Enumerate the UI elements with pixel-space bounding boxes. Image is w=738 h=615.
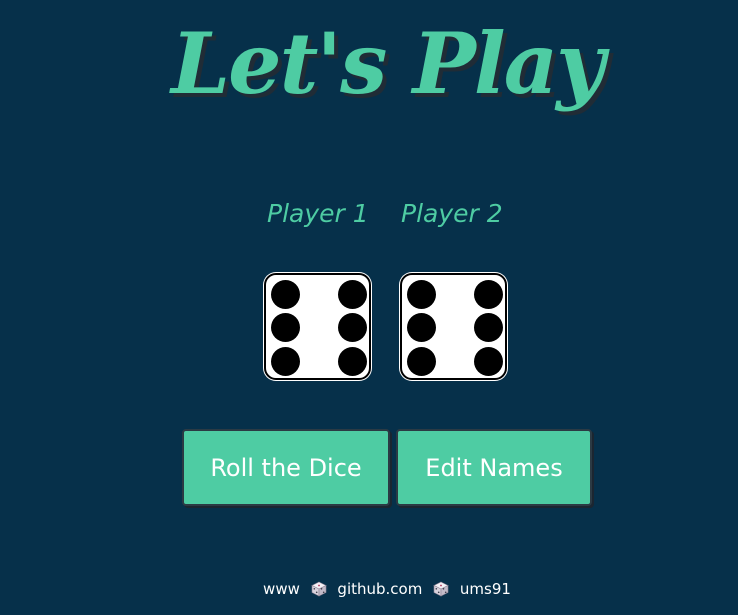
die-pip (407, 280, 436, 309)
die-pip (338, 280, 367, 309)
footer-github: github.com (337, 579, 423, 598)
footer-www: www (263, 579, 300, 598)
edit-names-button[interactable]: Edit Names (396, 429, 592, 506)
die-pip (271, 313, 300, 342)
die-pip (338, 347, 367, 376)
page-title: Let's Play (171, 14, 605, 113)
footer-username: ums91 (459, 579, 511, 598)
player-1-name: Player 1 (267, 199, 369, 228)
die-pip (338, 313, 367, 342)
footer-credit: www github.com ums91 (0, 577, 738, 600)
die-pip (474, 280, 503, 309)
die-pip (474, 347, 503, 376)
dice-icon (310, 581, 327, 597)
die-pip (271, 347, 300, 376)
die-pip (407, 347, 436, 376)
die-pip (271, 280, 300, 309)
player-2-die (400, 273, 507, 380)
die-pip (407, 313, 436, 342)
player-2-name: Player 2 (401, 199, 503, 228)
dice-icon (433, 581, 449, 597)
roll-dice-button[interactable]: Roll the Dice (182, 429, 390, 506)
player-1-die (264, 273, 371, 380)
die-pip (474, 313, 503, 342)
